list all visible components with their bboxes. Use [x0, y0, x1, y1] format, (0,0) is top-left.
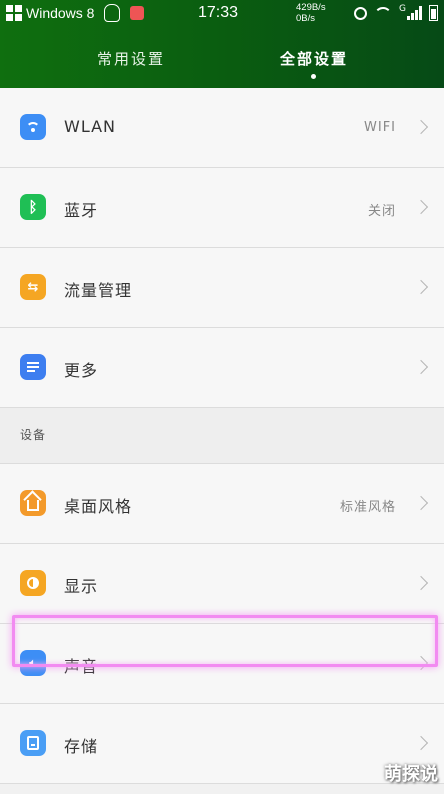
row-data-usage[interactable]: ⇆ 流量管理: [0, 248, 444, 328]
sound-icon: 🔈︎: [20, 650, 46, 676]
data-usage-icon: ⇆: [20, 274, 46, 300]
chevron-right-icon: [413, 359, 429, 375]
wifi-icon: [20, 114, 46, 140]
chevron-right-icon: [413, 279, 429, 295]
section-header-device: 设备: [0, 408, 444, 464]
qq-icon: [104, 4, 121, 22]
carrier-name: Windows 8: [26, 5, 95, 21]
home-icon: [20, 490, 46, 516]
bluetooth-icon: ᛒ: [20, 194, 46, 220]
app-notification-icon: [130, 6, 145, 20]
watermark: 萌探说: [384, 764, 438, 785]
more-icon: [20, 354, 46, 380]
chevron-right-icon: [413, 735, 429, 751]
row-label: 更多: [64, 361, 99, 380]
upload-speed: 429B/s: [296, 2, 326, 13]
row-desktop-style[interactable]: 桌面风格 标准风格: [0, 464, 444, 544]
chevron-right-icon: [413, 119, 429, 135]
battery-icon: [429, 5, 438, 21]
display-icon: [20, 570, 46, 596]
row-storage[interactable]: 存储: [0, 704, 444, 784]
row-label: 蓝牙: [64, 201, 99, 220]
tab-common-settings[interactable]: 常用设置: [97, 48, 165, 69]
row-value: 标准风格: [339, 500, 396, 515]
row-label: 存储: [64, 737, 99, 756]
network-speed: 429B/s 0B/s: [296, 2, 326, 24]
chevron-right-icon: [413, 199, 429, 215]
settings-tabs: 常用设置 全部设置: [0, 40, 444, 80]
chevron-right-icon: [413, 655, 429, 671]
active-tab-indicator: [311, 74, 316, 79]
alarm-icon: [354, 6, 368, 20]
signal-type-label: G: [399, 4, 406, 14]
status-bar: Windows 8 17:33 429B/s 0B/s G: [0, 0, 444, 28]
clock: 17:33: [198, 4, 239, 21]
settings-list: WLAN WIFI ᛒ 蓝牙 关闭 ⇆ 流量管理 更多 设备 桌面风格 标准风格…: [0, 88, 444, 784]
row-sound[interactable]: 🔈︎ 声音: [0, 624, 444, 704]
row-value: 关闭: [367, 204, 396, 219]
wifi-status-icon: [374, 7, 393, 19]
row-wlan[interactable]: WLAN WIFI: [0, 88, 444, 168]
chevron-right-icon: [413, 575, 429, 591]
download-speed: 0B/s: [296, 13, 316, 24]
row-label: 流量管理: [64, 281, 133, 300]
storage-icon: [20, 730, 46, 756]
chevron-right-icon: [413, 495, 429, 511]
row-label: 桌面风格: [64, 497, 133, 516]
windows-logo-icon: [6, 5, 22, 21]
header: Windows 8 17:33 429B/s 0B/s G 常用设置 全部设置: [0, 0, 444, 88]
row-label: 声音: [64, 657, 99, 676]
row-more[interactable]: 更多: [0, 328, 444, 408]
signal-icon: [407, 6, 422, 20]
row-label: 显示: [64, 577, 99, 596]
row-display[interactable]: 显示: [0, 544, 444, 624]
section-label: 设备: [20, 428, 47, 442]
tab-all-settings[interactable]: 全部设置: [280, 48, 348, 69]
row-value: WIFI: [364, 120, 396, 135]
row-label: WLAN: [64, 117, 117, 136]
row-bluetooth[interactable]: ᛒ 蓝牙 关闭: [0, 168, 444, 248]
